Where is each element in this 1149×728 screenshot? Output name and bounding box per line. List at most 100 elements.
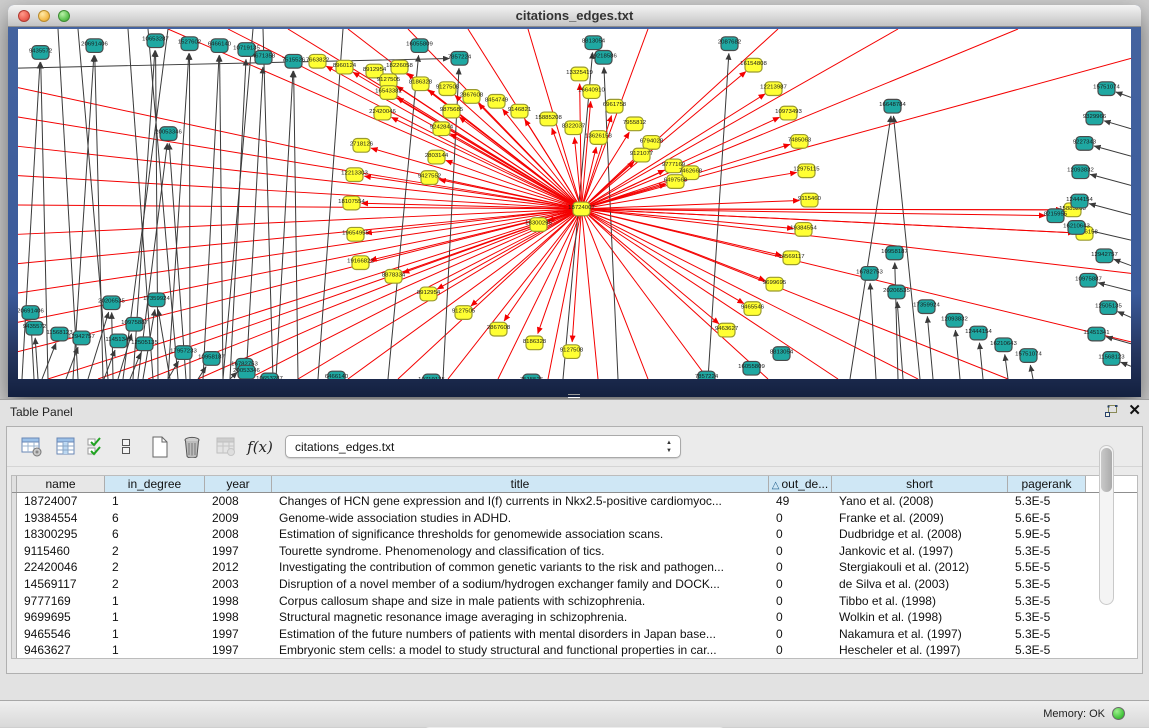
citation-edge-black[interactable] [1121, 362, 1131, 366]
graph-node-9463627[interactable]: 9463627 [715, 323, 738, 337]
graph-node-10653287[interactable]: 10653287 [142, 34, 169, 48]
table-row[interactable]: 1938455462009Genome-wide association stu… [12, 510, 1137, 527]
cell-pagerank[interactable]: 5.6E-5 [1008, 510, 1086, 527]
cell-title[interactable]: Estimation of significance thresholds fo… [272, 526, 769, 543]
citation-edge-black[interactable] [1114, 259, 1131, 265]
cell-title[interactable]: Structural magnetic resonance image aver… [272, 609, 769, 626]
graph-node-8813054[interactable]: 8813054 [770, 347, 794, 361]
graph-node-12444154[interactable]: 12444154 [965, 326, 992, 340]
citation-edge-red[interactable] [18, 117, 582, 209]
graph-node-20691406[interactable]: 20691406 [81, 39, 108, 53]
citation-edge-red[interactable] [198, 209, 582, 379]
cell-pagerank[interactable]: 5.3E-5 [1008, 626, 1086, 643]
graph-node-18226058[interactable]: 18226058 [386, 60, 413, 74]
scrollbar-thumb[interactable] [1101, 448, 1112, 492]
graph-node-2718126[interactable]: 2718126 [350, 138, 374, 152]
table-row[interactable]: 1456911722003Disruption of a novel membe… [12, 576, 1137, 593]
function-builder-icon[interactable]: f(x) [247, 434, 273, 460]
graph-node-12942757[interactable]: 12942757 [1091, 249, 1118, 263]
table-row[interactable]: 911546021997Tourette syndrome. Phenomeno… [12, 543, 1137, 560]
graph-node-14569117[interactable]: 14569117 [778, 251, 804, 265]
graph-node-7857224[interactable]: 7857224 [695, 371, 719, 379]
graph-node-8322037[interactable]: 8322037 [562, 121, 585, 135]
window-titlebar[interactable]: citations_edges.txt [8, 5, 1141, 27]
cell-out_de[interactable]: 49 [769, 493, 832, 510]
graph-node-7515526[interactable]: 7515526 [520, 374, 544, 379]
graph-node-7955812[interactable]: 7955812 [623, 117, 646, 131]
cell-in_degree[interactable]: 6 [105, 510, 205, 527]
cell-year[interactable]: 1998 [205, 593, 272, 610]
citation-edge-black[interactable] [168, 53, 189, 379]
citation-edge-black[interactable] [156, 51, 158, 379]
cell-year[interactable]: 2008 [205, 526, 272, 543]
cell-name[interactable]: 9699695 [17, 609, 105, 626]
graph-node-2867608[interactable]: 2867608 [460, 90, 484, 104]
table-select-dropdown[interactable]: citations_edges.txt ▲▼ [285, 435, 681, 458]
graph-node-9435572[interactable]: 9435572 [29, 46, 52, 60]
table-row[interactable]: 977716911998Corpus callosum shape and si… [12, 593, 1137, 610]
citation-edge-red[interactable] [582, 209, 649, 379]
graph-node-12213303[interactable]: 12213303 [341, 168, 368, 182]
graph-node-7485063[interactable]: 7485063 [788, 135, 812, 149]
graph-node-7663822[interactable]: 7663822 [306, 54, 329, 68]
cell-title[interactable]: Tourette syndrome. Phenomenology and cla… [272, 543, 769, 560]
citation-edge-black[interactable] [294, 71, 298, 379]
graph-node-12975115[interactable]: 12975115 [793, 164, 820, 178]
graph-node-16543382[interactable]: 16543382 [375, 86, 402, 100]
graph-node-15751074[interactable]: 15751074 [1015, 349, 1042, 363]
cell-in_degree[interactable]: 1 [105, 593, 205, 610]
cell-pagerank[interactable]: 5.3E-5 [1008, 543, 1086, 560]
graph-node-16648784[interactable]: 16648784 [879, 99, 906, 113]
graph-node-9146821[interactable]: 9146821 [508, 104, 531, 118]
cell-short[interactable]: Dudbridge et al. (2008) [832, 526, 1008, 543]
graph-node-9121077[interactable]: 9121077 [630, 148, 653, 162]
cell-title[interactable]: Genome-wide association studies in ADHD. [272, 510, 769, 527]
citation-edge-black[interactable] [58, 29, 78, 379]
graph-node-9115460[interactable]: 9115460 [798, 193, 822, 207]
cell-pagerank[interactable]: 5.3E-5 [1008, 493, 1086, 510]
cell-year[interactable]: 1997 [205, 543, 272, 560]
graph-node-9127505[interactable]: 9127505 [452, 306, 476, 320]
cell-year[interactable]: 2008 [205, 493, 272, 510]
citation-edge-black[interactable] [276, 71, 293, 379]
citation-edge-black[interactable] [1116, 92, 1131, 97]
cell-pagerank[interactable]: 5.3E-5 [1008, 609, 1086, 626]
cell-out_de[interactable]: 0 [769, 526, 832, 543]
graph-node-20206535[interactable]: 20206535 [883, 285, 910, 299]
graph-node-10958187[interactable]: 10958187 [881, 246, 908, 260]
citation-edge-black[interactable] [850, 116, 891, 379]
graph-node-8186328[interactable]: 8186328 [523, 336, 547, 350]
citation-edge-red[interactable] [18, 176, 582, 209]
cell-year[interactable]: 2009 [205, 510, 272, 527]
column-header-short[interactable]: short [832, 476, 1008, 492]
graph-node-8454749[interactable]: 8454749 [485, 95, 509, 109]
column-header-in_degree[interactable]: in_degree [105, 476, 205, 492]
citation-edge-black[interactable] [1030, 365, 1033, 379]
close-panel-icon[interactable]: ✕ [1128, 403, 1141, 419]
graph-node-8215955[interactable]: 8215955 [1044, 209, 1068, 223]
cell-title[interactable]: Corpus callosum shape and size in male p… [272, 593, 769, 610]
graph-node-6466140[interactable]: 6466140 [208, 39, 232, 53]
citation-edge-red[interactable] [582, 29, 1019, 209]
cell-title[interactable]: Estimation of the future numbers of pati… [272, 626, 769, 643]
graph-node-12093832[interactable]: 12093832 [941, 313, 968, 327]
graph-node-11451341[interactable]: 11451341 [1083, 327, 1109, 341]
cell-short[interactable]: Wolkin et al. (1998) [832, 609, 1008, 626]
citation-edge-black[interactable] [203, 55, 219, 379]
graph-node-8813054[interactable]: 8813054 [582, 36, 606, 50]
citation-edge-black[interactable] [1005, 354, 1008, 379]
panel-split-grip[interactable] [568, 394, 580, 398]
cell-title[interactable]: Embryonic stem cells: a model to study s… [272, 642, 769, 659]
graph-node-2087682[interactable]: 2087682 [718, 37, 741, 51]
column-icon[interactable] [53, 434, 79, 460]
graph-node-6794028[interactable]: 6794028 [640, 136, 664, 150]
cell-pagerank[interactable]: 5.3E-5 [1008, 593, 1086, 610]
cell-short[interactable]: de Silva et al. (2003) [832, 576, 1008, 593]
table-settings-icon[interactable] [19, 434, 45, 460]
citation-edge-black[interactable] [1098, 283, 1131, 291]
graph-node-8186328[interactable]: 8186328 [409, 77, 433, 91]
citation-edge-red[interactable] [450, 134, 581, 209]
citation-edge-black[interactable] [1118, 312, 1131, 318]
graph-node-12942757[interactable]: 12942757 [68, 331, 95, 345]
new-table-icon[interactable] [147, 434, 173, 460]
